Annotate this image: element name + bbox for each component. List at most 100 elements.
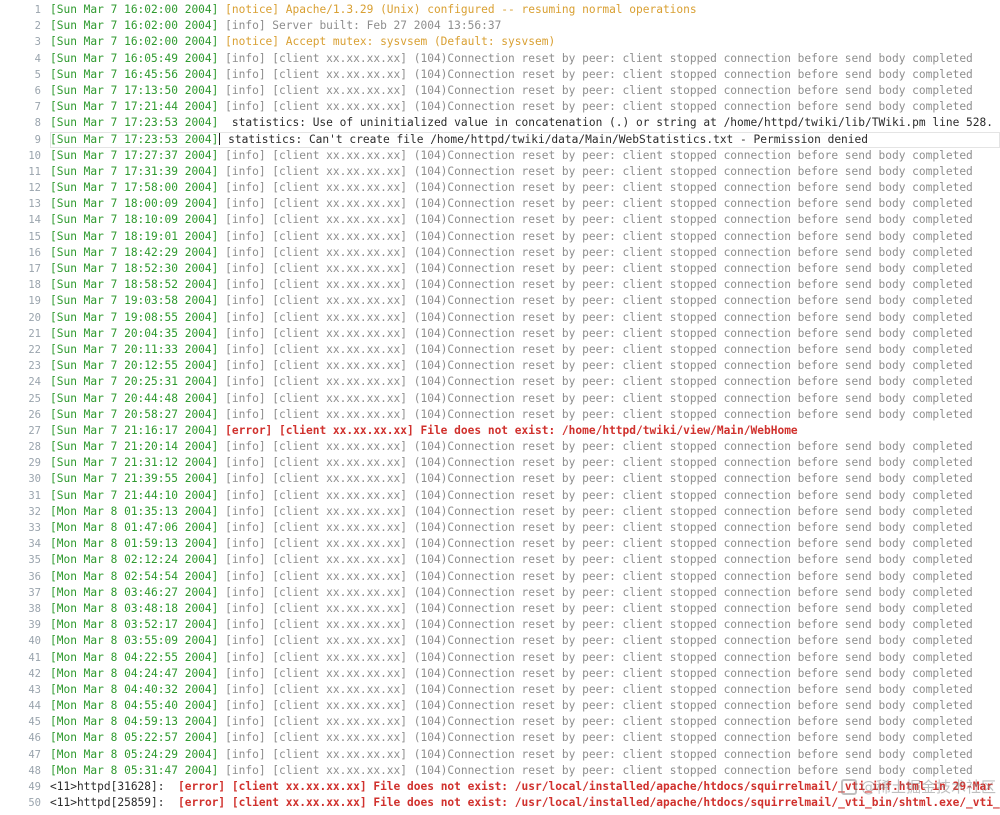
timestamp: [Sun Mar 7 17:23:53 2004] bbox=[50, 132, 219, 146]
line-content: [Sun Mar 7 19:03:58 2004] [info] [client… bbox=[50, 293, 1000, 309]
log-level: [info] bbox=[225, 763, 266, 777]
line-content: [Sun Mar 7 18:58:52 2004] [info] [client… bbox=[50, 277, 1000, 293]
log-line[interactable]: 8 [Sun Mar 7 17:23:53 2004] statistics: U… bbox=[0, 115, 1000, 132]
timestamp: [Sun Mar 7 20:25:31 2004] bbox=[50, 375, 219, 389]
log-line[interactable]: 19 [Sun Mar 7 19:03:58 2004] [info] [clie… bbox=[0, 293, 1000, 310]
timestamp: [Sun Mar 7 20:58:27 2004] bbox=[50, 407, 219, 421]
line-number: 26 bbox=[0, 406, 50, 423]
line-number: 23 bbox=[0, 358, 50, 375]
log-line[interactable]: 17 [Sun Mar 7 18:52:30 2004] [info] [clie… bbox=[0, 261, 1000, 278]
log-message: [client xx.xx.xx.xx] File does not exist… bbox=[225, 796, 1000, 810]
line-number: 31 bbox=[0, 487, 50, 504]
log-line[interactable]: 5 [Sun Mar 7 16:45:56 2004] [info] [clien… bbox=[0, 66, 1000, 83]
log-level: [info] bbox=[225, 488, 266, 502]
log-line[interactable]: 45 [Mon Mar 8 04:59:13 2004] [info] [clie… bbox=[0, 714, 1000, 731]
log-line[interactable]: 44 [Mon Mar 8 04:55:40 2004] [info] [clie… bbox=[0, 698, 1000, 715]
timestamp: [Sun Mar 7 18:58:52 2004] bbox=[50, 278, 219, 292]
log-level: [info] bbox=[225, 569, 266, 583]
log-line[interactable]: 39 [Mon Mar 8 03:52:17 2004] [info] [clie… bbox=[0, 617, 1000, 634]
log-line[interactable]: 35 [Mon Mar 8 02:12:24 2004] [info] [clie… bbox=[0, 552, 1000, 569]
log-level: [info] bbox=[225, 472, 266, 486]
timestamp: [Sun Mar 7 20:12:55 2004] bbox=[50, 359, 219, 373]
timestamp: [Sun Mar 7 16:02:00 2004] bbox=[50, 19, 219, 33]
line-content: [Sun Mar 7 16:45:56 2004] [info] [client… bbox=[50, 67, 1000, 83]
log-line[interactable]: 13 [Sun Mar 7 18:00:09 2004] [info] [clie… bbox=[0, 196, 1000, 213]
log-message: [client xx.xx.xx.xx] (104)Connection res… bbox=[265, 472, 973, 486]
log-level: [info] bbox=[225, 213, 266, 227]
log-line[interactable]: 23 [Sun Mar 7 20:12:55 2004] [info] [clie… bbox=[0, 358, 1000, 375]
log-line[interactable]: 28 [Sun Mar 7 21:20:14 2004] [info] [clie… bbox=[0, 439, 1000, 456]
log-line[interactable]: 11 [Sun Mar 7 17:31:39 2004] [info] [clie… bbox=[0, 163, 1000, 181]
log-line[interactable]: 47 [Mon Mar 8 05:24:29 2004] [info] [clie… bbox=[0, 746, 1000, 763]
timestamp: [Sun Mar 7 21:39:55 2004] bbox=[50, 472, 219, 486]
log-line[interactable]: 1 [Sun Mar 7 16:02:00 2004] [notice] Apac… bbox=[0, 2, 1000, 19]
timestamp: [Sun Mar 7 16:02:00 2004] bbox=[50, 3, 219, 16]
line-content: [Sun Mar 7 17:23:53 2004] statistics: Ca… bbox=[50, 131, 1000, 148]
log-line[interactable]: 41 [Mon Mar 8 04:22:55 2004] [info] [clie… bbox=[0, 649, 1000, 666]
log-line[interactable]: 30 [Sun Mar 7 21:39:55 2004] [info] [clie… bbox=[0, 471, 1000, 488]
log-line[interactable]: 21 [Sun Mar 7 20:04:35 2004] [info] [clie… bbox=[0, 325, 1000, 342]
line-number: 17 bbox=[0, 261, 50, 278]
log-level: [info] bbox=[225, 229, 266, 243]
line-content: [Mon Mar 8 03:55:09 2004] [info] [client… bbox=[50, 633, 1000, 649]
timestamp: [Sun Mar 7 18:19:01 2004] bbox=[50, 229, 219, 243]
log-line[interactable]: 34 [Mon Mar 8 01:59:13 2004] [info] [clie… bbox=[0, 536, 1000, 553]
log-level: [info] bbox=[225, 601, 266, 615]
log-line[interactable]: 31 [Sun Mar 7 21:44:10 2004] [info] [clie… bbox=[0, 487, 1000, 504]
log-line[interactable]: 50 <11>httpd[25859]: [error] [client xx.x… bbox=[0, 795, 1000, 812]
log-line[interactable]: 32 [Mon Mar 8 01:35:13 2004] [info] [clie… bbox=[0, 503, 1000, 520]
line-content: [Sun Mar 7 21:31:12 2004] [info] [client… bbox=[50, 455, 1000, 471]
log-message: [client xx.xx.xx.xx] (104)Connection res… bbox=[265, 229, 973, 243]
log-level: [error] bbox=[225, 423, 273, 437]
log-line[interactable]: 33 [Mon Mar 8 01:47:06 2004] [info] [clie… bbox=[0, 520, 1000, 537]
log-line[interactable]: 38 [Mon Mar 8 03:48:18 2004] [info] [clie… bbox=[0, 600, 1000, 618]
log-line[interactable]: 7 [Sun Mar 7 17:21:44 2004] [info] [clien… bbox=[0, 99, 1000, 116]
log-message: [client xx.xx.xx.xx] (104)Connection res… bbox=[265, 537, 973, 551]
line-number: 16 bbox=[0, 244, 50, 261]
log-line[interactable]: 16 [Sun Mar 7 18:42:29 2004] [info] [clie… bbox=[0, 244, 1000, 261]
log-level: [info] bbox=[225, 521, 266, 534]
log-line[interactable]: 14 [Sun Mar 7 18:10:09 2004] [info] [clie… bbox=[0, 212, 1000, 229]
log-viewer[interactable]: 1 [Sun Mar 7 16:02:00 2004] [notice] Apac… bbox=[0, 2, 1000, 815]
process-id: <11>httpd[25859]: bbox=[50, 796, 165, 810]
line-number: 7 bbox=[0, 99, 50, 116]
log-line[interactable]: 12 [Sun Mar 7 17:58:00 2004] [info] [clie… bbox=[0, 180, 1000, 197]
log-line[interactable]: 2 [Sun Mar 7 16:02:00 2004] [info] Server… bbox=[0, 18, 1000, 35]
line-content: [Sun Mar 7 18:52:30 2004] [info] [client… bbox=[50, 261, 1000, 277]
log-line[interactable]: 24 [Sun Mar 7 20:25:31 2004] [info] [clie… bbox=[0, 374, 1000, 391]
log-line[interactable]: 36 [Mon Mar 8 02:54:54 2004] [info] [clie… bbox=[0, 568, 1000, 585]
log-line[interactable]: 37 [Mon Mar 8 03:46:27 2004] [info] [clie… bbox=[0, 584, 1000, 601]
log-line[interactable]: 10 [Sun Mar 7 17:27:37 2004] [info] [clie… bbox=[0, 147, 1000, 164]
log-line[interactable]: 43 [Mon Mar 8 04:40:32 2004] [info] [clie… bbox=[0, 681, 1000, 699]
log-level: [info] bbox=[225, 326, 266, 340]
line-content: [Mon Mar 8 01:35:13 2004] [info] [client… bbox=[50, 504, 1000, 520]
log-level: [info] bbox=[225, 342, 266, 356]
log-line[interactable]: 25 [Sun Mar 7 20:44:48 2004] [info] [clie… bbox=[0, 390, 1000, 407]
line-content: [Mon Mar 8 04:59:13 2004] [info] [client… bbox=[50, 714, 1000, 730]
timestamp: [Sun Mar 7 17:58:00 2004] bbox=[50, 181, 219, 195]
log-line[interactable]: 26 [Sun Mar 7 20:58:27 2004] [info] [clie… bbox=[0, 406, 1000, 423]
process-id: <11>httpd[31628]: bbox=[50, 780, 165, 793]
log-line[interactable]: 40 [Mon Mar 8 03:55:09 2004] [info] [clie… bbox=[0, 633, 1000, 650]
line-number: 35 bbox=[0, 552, 50, 569]
watermark-text: @稀土掘金技术社区 bbox=[860, 778, 996, 796]
log-line[interactable]: 29 [Sun Mar 7 21:31:12 2004] [info] [clie… bbox=[0, 455, 1000, 472]
log-line[interactable]: 18 [Sun Mar 7 18:58:52 2004] [info] [clie… bbox=[0, 277, 1000, 294]
line-content: [Sun Mar 7 20:25:31 2004] [info] [client… bbox=[50, 374, 1000, 390]
log-line[interactable]: 6 [Sun Mar 7 17:13:50 2004] [info] [clien… bbox=[0, 82, 1000, 100]
line-number: 6 bbox=[0, 82, 50, 100]
line-content: [Sun Mar 7 20:12:55 2004] [info] [client… bbox=[50, 358, 1000, 374]
log-line[interactable]: 4 [Sun Mar 7 16:05:49 2004] [info] [clien… bbox=[0, 50, 1000, 67]
log-line[interactable]: 3 [Sun Mar 7 16:02:00 2004] [notice] Acce… bbox=[0, 34, 1000, 51]
log-line[interactable]: 9 [Sun Mar 7 17:23:53 2004] statistics: C… bbox=[0, 131, 1000, 148]
log-line[interactable]: 42 [Mon Mar 8 04:24:47 2004] [info] [clie… bbox=[0, 665, 1000, 682]
log-line[interactable]: 46 [Mon Mar 8 05:22:57 2004] [info] [clie… bbox=[0, 730, 1000, 747]
log-line[interactable]: 20 [Sun Mar 7 19:08:55 2004] [info] [clie… bbox=[0, 309, 1000, 326]
log-line[interactable]: 15 [Sun Mar 7 18:19:01 2004] [info] [clie… bbox=[0, 228, 1000, 245]
watermark: @稀土掘金技术社区 bbox=[840, 776, 996, 797]
line-number: 42 bbox=[0, 665, 50, 682]
line-number: 2 bbox=[0, 18, 50, 35]
line-number: 18 bbox=[0, 277, 50, 294]
log-line[interactable]: 22 [Sun Mar 7 20:11:33 2004] [info] [clie… bbox=[0, 341, 1000, 359]
log-line[interactable]: 27 [Sun Mar 7 21:16:17 2004] [error] [cli… bbox=[0, 422, 1000, 440]
